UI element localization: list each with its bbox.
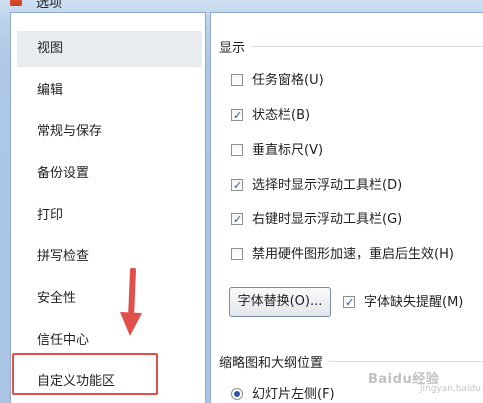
nav-item-general-save[interactable]: 常规与保存 bbox=[17, 114, 202, 150]
float-toolbar-select-label: 选择时显示浮动工具栏(D) bbox=[252, 178, 403, 193]
float-toolbar-select-checkbox[interactable]: ✓ bbox=[231, 179, 243, 192]
options-dialog: 选项 视图 编辑 常规与保存 备份设置 打印 拼写检查 安全性 信任中心 自定义… bbox=[0, 0, 483, 403]
status-bar-label: 状态栏(B) bbox=[252, 108, 311, 123]
checkmark-icon: ✓ bbox=[233, 213, 243, 226]
checkmark-icon: ✓ bbox=[233, 179, 243, 192]
vertical-ruler-checkbox[interactable] bbox=[231, 144, 243, 156]
task-pane-checkbox[interactable] bbox=[231, 74, 243, 86]
vertical-ruler-label: 垂直标尺(V) bbox=[252, 143, 324, 158]
status-bar-checkbox[interactable]: ✓ bbox=[231, 109, 243, 122]
float-toolbar-rightclick-label: 右键时显示浮动工具栏(G) bbox=[252, 212, 403, 227]
options-content: 显示 任务窗格(U) ✓ 状态栏(B) 垂直标尺(V) ✓ 选择时显示浮动工具栏… bbox=[210, 12, 483, 403]
float-toolbar-rightclick-checkbox[interactable]: ✓ bbox=[231, 213, 243, 226]
options-nav: 视图 编辑 常规与保存 备份设置 打印 拼写检查 安全性 信任中心 自定义功能区 bbox=[10, 12, 206, 403]
font-missing-reminder-label: 字体缺失提醒(M) bbox=[364, 295, 464, 310]
checkmark-icon: ✓ bbox=[345, 296, 355, 309]
task-pane-label: 任务窗格(U) bbox=[252, 73, 324, 88]
nav-item-print[interactable]: 打印 bbox=[17, 198, 202, 234]
display-section-divider bbox=[219, 46, 483, 47]
font-replace-button[interactable]: 字体替换(O)... bbox=[229, 287, 331, 317]
nav-item-view[interactable]: 视图 bbox=[17, 31, 202, 67]
nav-item-backup[interactable]: 备份设置 bbox=[17, 156, 202, 192]
nav-item-edit[interactable]: 编辑 bbox=[17, 73, 202, 109]
app-icon bbox=[10, 0, 22, 6]
slides-left-label: 幻灯片左侧(F) bbox=[252, 387, 335, 402]
display-section-title: 显示 bbox=[219, 37, 252, 56]
annotation-highlight-box bbox=[12, 353, 158, 395]
checkmark-icon: ✓ bbox=[233, 109, 243, 122]
nav-item-security[interactable]: 安全性 bbox=[17, 281, 202, 317]
thumbnail-section-title: 缩略图和大纲位置 bbox=[219, 352, 330, 371]
disable-hw-accel-label: 禁用硬件图形加速，重启后生效(H) bbox=[252, 247, 454, 262]
slides-left-radio[interactable] bbox=[231, 388, 243, 400]
nav-item-spelling[interactable]: 拼写检查 bbox=[17, 239, 202, 275]
radio-dot-icon bbox=[234, 391, 240, 397]
window-title: 选项 bbox=[36, 0, 63, 11]
font-missing-reminder-checkbox[interactable]: ✓ bbox=[343, 296, 355, 309]
watermark-url: jingyan.baidu.com bbox=[420, 384, 483, 394]
annotation-arrow-icon bbox=[120, 268, 142, 336]
disable-hw-accel-checkbox[interactable] bbox=[231, 248, 243, 260]
